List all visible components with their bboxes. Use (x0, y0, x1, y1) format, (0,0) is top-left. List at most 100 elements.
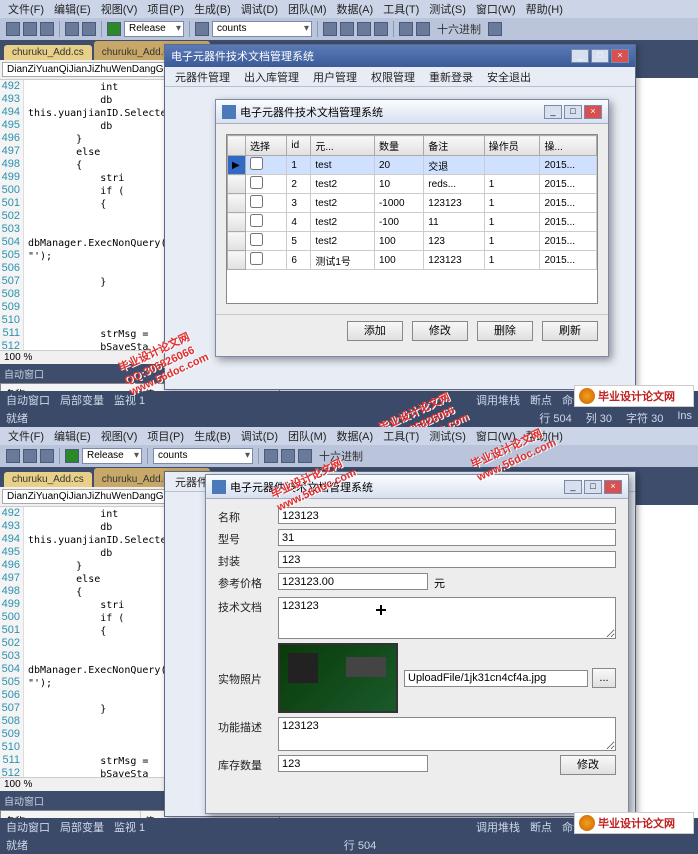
minimize-button[interactable]: _ (571, 49, 589, 63)
minimize-button[interactable]: _ (564, 480, 582, 494)
delete-button[interactable]: 删除 (477, 321, 533, 341)
tab-callstack[interactable]: 调用堆栈 (476, 819, 520, 835)
tab-auto[interactable]: 自动窗口 (6, 392, 50, 408)
toolbar-icon[interactable] (281, 449, 295, 463)
vs-main-menu[interactable]: 文件(F) 编辑(E) 视图(V) 项目(P) 生成(B) 调试(D) 团队(M… (0, 0, 698, 18)
tab-locals[interactable]: 局部变量 (60, 819, 104, 835)
maximize-button[interactable]: □ (564, 105, 582, 119)
toolbar-icon[interactable] (416, 22, 430, 36)
hex-label[interactable]: 十六进制 (315, 448, 367, 464)
menu-relogin[interactable]: 重新登录 (423, 69, 479, 85)
menu-test[interactable]: 测试(S) (425, 1, 470, 17)
close-button[interactable]: × (604, 480, 622, 494)
tab-churuku-add-cs[interactable]: churuku_Add.cs (4, 45, 92, 60)
toolbar-icon[interactable] (23, 22, 37, 36)
input-name[interactable] (278, 507, 616, 524)
menu-test[interactable]: 测试(S) (425, 428, 470, 444)
tab-watch[interactable]: 监视 1 (114, 392, 145, 408)
refresh-button[interactable]: 刷新 (542, 321, 598, 341)
config-combo[interactable]: Release (82, 448, 142, 464)
tab-auto[interactable]: 自动窗口 (6, 819, 50, 835)
close-button[interactable]: × (584, 105, 602, 119)
menu-view[interactable]: 视图(V) (97, 428, 142, 444)
dialog-titlebar[interactable]: 电子元器件技术文档管理系统 _ □ × (216, 100, 608, 124)
tab-watch[interactable]: 监视 1 (114, 819, 145, 835)
dialog-titlebar[interactable]: 电子元器件技术文档管理系统 _ □ × (206, 475, 628, 499)
tab-locals[interactable]: 局部变量 (60, 392, 104, 408)
toolbar-icon[interactable] (399, 22, 413, 36)
menu-file[interactable]: 文件(F) (4, 1, 48, 17)
edit-button[interactable]: 修改 (560, 755, 616, 775)
menu-inout[interactable]: 出入库管理 (238, 69, 305, 85)
menu-edit[interactable]: 编辑(E) (50, 428, 95, 444)
find-combo[interactable]: counts (153, 448, 253, 464)
config-combo[interactable]: Release (124, 21, 184, 37)
menu-project[interactable]: 项目(P) (143, 428, 188, 444)
maximize-button[interactable]: □ (584, 480, 602, 494)
input-model[interactable] (278, 529, 616, 546)
menu-view[interactable]: 视图(V) (97, 1, 142, 17)
toolbar-icon[interactable] (40, 449, 54, 463)
menu-help[interactable]: 帮助(H) (522, 1, 567, 17)
toolbar-icon[interactable] (374, 22, 388, 36)
toolbar-icon[interactable] (340, 22, 354, 36)
menu-data[interactable]: 数据(A) (333, 428, 378, 444)
data-grid[interactable]: 选择id元...数量备注操作员操...▶1test20交退2015...2tes… (226, 134, 598, 304)
tab-churuku-add-cs[interactable]: churuku_Add.cs (4, 472, 92, 487)
toolbar-icon[interactable] (65, 22, 79, 36)
menu-window[interactable]: 窗口(W) (472, 428, 520, 444)
minimize-button[interactable]: _ (544, 105, 562, 119)
menu-perm[interactable]: 权限管理 (365, 69, 421, 85)
menu-team[interactable]: 团队(M) (284, 1, 331, 17)
menu-component[interactable]: 元器件管理 (169, 69, 236, 85)
menu-exit[interactable]: 安全退出 (481, 69, 537, 85)
menu-window[interactable]: 窗口(W) (472, 1, 520, 17)
menu-debug[interactable]: 调试(D) (237, 428, 282, 444)
edit-button[interactable]: 修改 (412, 321, 468, 341)
tab-breakpoints[interactable]: 断点 (530, 392, 552, 408)
menu-data[interactable]: 数据(A) (333, 1, 378, 17)
browse-button[interactable]: ... (592, 668, 616, 688)
input-stock[interactable] (278, 755, 428, 772)
toolbar-icon[interactable] (6, 22, 20, 36)
toolbar-icon[interactable] (264, 449, 278, 463)
toolbar-icon[interactable] (23, 449, 37, 463)
vs-main-menu[interactable]: 文件(F) 编辑(E) 视图(V) 项目(P) 生成(B) 调试(D) 团队(M… (0, 427, 698, 445)
input-func[interactable]: 123123 (278, 717, 616, 751)
input-photo-path[interactable] (404, 670, 588, 687)
mdi-titlebar[interactable]: 电子元器件技术文档管理系统 _ □ × (165, 45, 635, 67)
menu-build[interactable]: 生成(B) (190, 428, 235, 444)
toolbar-icon[interactable] (298, 449, 312, 463)
input-package[interactable] (278, 551, 616, 568)
toolbar-icon[interactable] (357, 22, 371, 36)
toolbar-icon[interactable] (40, 22, 54, 36)
input-price[interactable] (278, 573, 428, 590)
find-combo[interactable]: counts (212, 21, 312, 37)
close-button[interactable]: × (611, 49, 629, 63)
toolbar-icon[interactable] (195, 22, 209, 36)
menu-debug[interactable]: 调试(D) (237, 1, 282, 17)
tab-callstack[interactable]: 调用堆栈 (476, 392, 520, 408)
menu-file[interactable]: 文件(F) (4, 428, 48, 444)
run-icon[interactable] (65, 449, 79, 463)
menu-help[interactable]: 帮助(H) (522, 428, 567, 444)
menu-user[interactable]: 用户管理 (307, 69, 363, 85)
menu-build[interactable]: 生成(B) (190, 1, 235, 17)
run-icon[interactable] (107, 22, 121, 36)
tab-breakpoints[interactable]: 断点 (530, 819, 552, 835)
maximize-button[interactable]: □ (591, 49, 609, 63)
menu-edit[interactable]: 编辑(E) (50, 1, 95, 17)
input-doc[interactable]: 123123 (278, 597, 616, 639)
menu-project[interactable]: 项目(P) (143, 1, 188, 17)
menu-tools[interactable]: 工具(T) (379, 428, 423, 444)
toolbar-icon[interactable] (6, 449, 20, 463)
status-ready: 就绪 (6, 837, 28, 853)
logo-text: 毕业设计论文网 (598, 815, 675, 831)
hex-label[interactable]: 十六进制 (433, 21, 485, 37)
add-button[interactable]: 添加 (347, 321, 403, 341)
menu-team[interactable]: 团队(M) (284, 428, 331, 444)
toolbar-icon[interactable] (82, 22, 96, 36)
menu-tools[interactable]: 工具(T) (379, 1, 423, 17)
toolbar-icon[interactable] (323, 22, 337, 36)
toolbar-icon[interactable] (488, 22, 502, 36)
